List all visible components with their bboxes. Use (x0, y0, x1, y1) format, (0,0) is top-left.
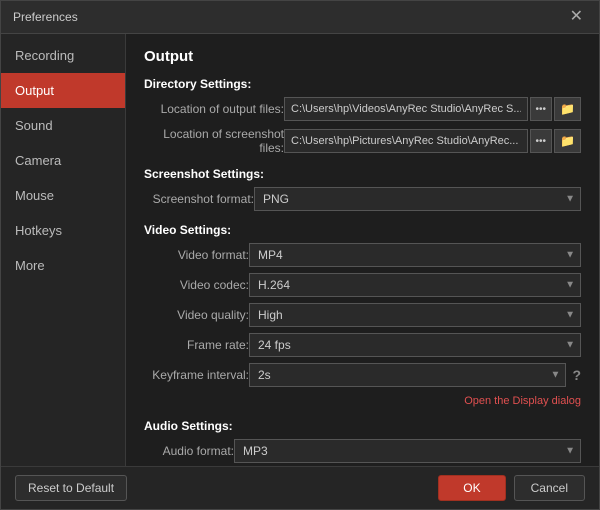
ok-button[interactable]: OK (438, 475, 505, 501)
output-folder-button[interactable]: 📁 (554, 97, 581, 121)
video-format-dropdown-wrapper: MP4MOVAVIWMV ▼ (249, 243, 581, 267)
screenshot-dir-row: Location of screenshot files: ••• 📁 (144, 127, 581, 155)
dir-section-title: Directory Settings: (144, 77, 581, 91)
screenshot-dir-input[interactable] (284, 129, 528, 153)
reset-button[interactable]: Reset to Default (15, 475, 127, 501)
audio-section-title: Audio Settings: (144, 419, 581, 433)
sidebar-item-sound[interactable]: Sound (1, 108, 125, 143)
dialog-title: Preferences (13, 10, 78, 24)
output-dir-label: Location of output files: (144, 102, 284, 116)
video-format-dropdown[interactable]: MP4MOVAVIWMV (249, 243, 581, 267)
video-codec-dropdown-wrapper: H.264H.265VP8VP9 ▼ (249, 273, 581, 297)
video-format-row: Video format: MP4MOVAVIWMV ▼ (144, 243, 581, 267)
footer-left: Reset to Default (15, 475, 127, 501)
screenshot-dir-label: Location of screenshot files: (144, 127, 284, 155)
output-dir-input-group: ••• 📁 (284, 97, 581, 121)
sidebar-item-more[interactable]: More (1, 248, 125, 283)
video-quality-row: Video quality: HighMediumLow ▼ (144, 303, 581, 327)
cancel-button[interactable]: Cancel (514, 475, 585, 501)
keyframe-label: Keyframe interval: (144, 368, 249, 382)
audio-format-dropdown-wrapper: MP3AACWAVFLAC ▼ (234, 439, 581, 463)
output-dir-input[interactable] (284, 97, 528, 121)
video-section-title: Video Settings: (144, 223, 581, 237)
keyframe-row: Keyframe interval: 2s5s10s ▼ ? (144, 363, 581, 387)
keyframe-help-icon[interactable]: ? (572, 367, 581, 383)
sidebar-item-mouse[interactable]: Mouse (1, 178, 125, 213)
screenshot-format-row: Screenshot format: PNG JPG BMP GIF ▼ (144, 187, 581, 211)
close-button[interactable]: ✕ (566, 9, 587, 25)
audio-format-dropdown[interactable]: MP3AACWAVFLAC (234, 439, 581, 463)
title-bar: Preferences ✕ (1, 1, 599, 34)
audio-format-label: Audio format: (144, 444, 234, 458)
output-dots-button[interactable]: ••• (530, 97, 553, 121)
screenshot-dir-input-group: ••• 📁 (284, 129, 581, 153)
video-codec-row: Video codec: H.264H.265VP8VP9 ▼ (144, 273, 581, 297)
main-content: Recording Output Sound Camera Mouse Hotk… (1, 34, 599, 466)
display-link-row: Open the Display dialog (144, 393, 581, 407)
video-quality-dropdown[interactable]: HighMediumLow (249, 303, 581, 327)
video-format-label: Video format: (144, 248, 249, 262)
sidebar-item-output[interactable]: Output (1, 73, 125, 108)
footer: Reset to Default OK Cancel (1, 466, 599, 509)
video-quality-dropdown-wrapper: HighMediumLow ▼ (249, 303, 581, 327)
output-dir-row: Location of output files: ••• 📁 (144, 97, 581, 121)
framerate-row: Frame rate: 24 fps30 fps60 fps ▼ (144, 333, 581, 357)
video-codec-label: Video codec: (144, 278, 249, 292)
framerate-dropdown[interactable]: 24 fps30 fps60 fps (249, 333, 581, 357)
screenshot-section-title: Screenshot Settings: (144, 167, 581, 181)
footer-right: OK Cancel (438, 475, 585, 501)
sidebar: Recording Output Sound Camera Mouse Hotk… (1, 34, 126, 466)
screenshot-format-dropdown-wrapper: PNG JPG BMP GIF ▼ (254, 187, 581, 211)
video-codec-dropdown[interactable]: H.264H.265VP8VP9 (249, 273, 581, 297)
sidebar-item-hotkeys[interactable]: Hotkeys (1, 213, 125, 248)
page-title: Output (144, 48, 581, 65)
screenshot-format-label: Screenshot format: (144, 192, 254, 206)
screenshot-folder-button[interactable]: 📁 (554, 129, 581, 153)
preferences-dialog: Preferences ✕ Recording Output Sound Cam… (0, 0, 600, 510)
screenshot-dots-button[interactable]: ••• (530, 129, 553, 153)
keyframe-dropdown-wrapper: 2s5s10s ▼ (249, 363, 566, 387)
framerate-label: Frame rate: (144, 338, 249, 352)
keyframe-dropdown[interactable]: 2s5s10s (249, 363, 566, 387)
audio-format-row: Audio format: MP3AACWAVFLAC ▼ (144, 439, 581, 463)
sidebar-item-recording[interactable]: Recording (1, 38, 125, 73)
video-quality-label: Video quality: (144, 308, 249, 322)
content-area: Output Directory Settings: Location of o… (126, 34, 599, 466)
framerate-dropdown-wrapper: 24 fps30 fps60 fps ▼ (249, 333, 581, 357)
sidebar-item-camera[interactable]: Camera (1, 143, 125, 178)
screenshot-format-dropdown[interactable]: PNG JPG BMP GIF (254, 187, 581, 211)
display-dialog-link[interactable]: Open the Display dialog (464, 395, 581, 407)
